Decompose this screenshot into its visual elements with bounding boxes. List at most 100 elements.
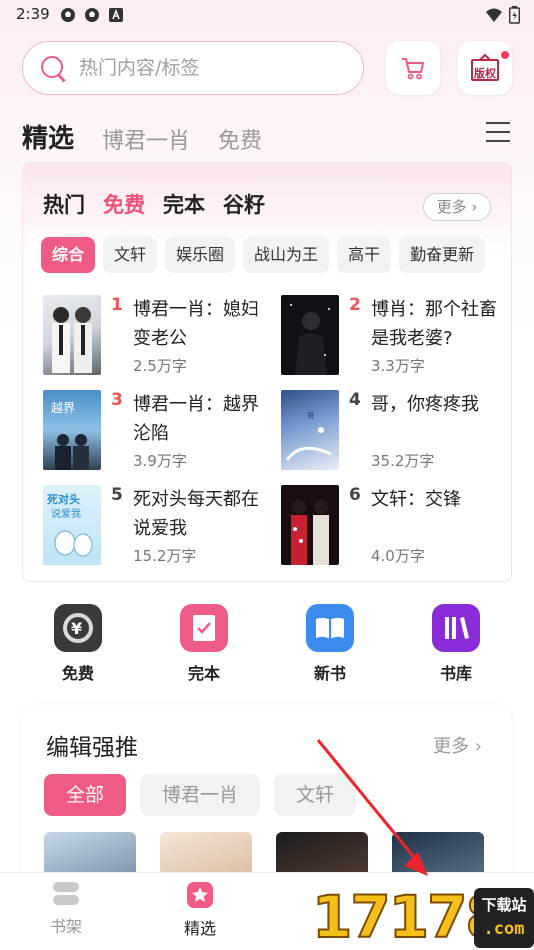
- chevron-right-icon: ›: [466, 198, 478, 216]
- rank-number: 4: [349, 390, 361, 410]
- top-tabs: 精选 博君一肖 免费: [22, 115, 262, 155]
- cart-button[interactable]: [386, 41, 440, 95]
- quick-complete-label: 完本: [187, 664, 220, 683]
- chip-diligent[interactable]: 勤奋更新: [399, 237, 486, 273]
- watermark-badge-bottom: .com: [483, 919, 525, 939]
- nav-bookshelf-label: 书架: [49, 917, 82, 936]
- quick-complete[interactable]: 完本: [164, 604, 244, 684]
- tab-bojunyixiao[interactable]: 博君一肖: [102, 123, 190, 155]
- chip-wenxuan[interactable]: 文轩: [103, 237, 158, 273]
- rank-number: 2: [349, 295, 361, 315]
- rank-tab-guzi[interactable]: 谷籽: [223, 189, 265, 219]
- word-count: 35.2万字: [371, 452, 435, 470]
- wifi-icon: [485, 7, 503, 27]
- quick-entry-row: ¥ 免费 完本 新书 书库: [22, 596, 512, 692]
- book-title: 博肖：那个社畜是我老婆?: [371, 299, 497, 349]
- book-cover: 死对头 说爱我: [43, 485, 101, 565]
- nav-bookshelf[interactable]: 书架: [26, 881, 106, 937]
- quick-library-label: 书库: [439, 664, 472, 683]
- rank-number: 5: [111, 485, 123, 505]
- rank-more-label: 更多: [436, 198, 467, 216]
- rank-tab-free[interactable]: 免费: [103, 189, 145, 219]
- word-count: 3.9万字: [133, 452, 187, 470]
- word-count: 15.2万字: [133, 547, 197, 565]
- book-cover: [281, 295, 339, 375]
- editor-more-label: 更多: [433, 736, 470, 757]
- bookshelf-icon: [51, 881, 81, 907]
- soccer-icon: [60, 7, 76, 23]
- search-input[interactable]: [79, 54, 349, 82]
- pill-wenxuan[interactable]: 文轩: [274, 774, 357, 816]
- search-icon: [41, 56, 63, 78]
- word-count: 2.5万字: [133, 357, 187, 375]
- book-item[interactable]: 死对头 说爱我 5 死对头每天都在说爱我 15.2万字: [43, 485, 273, 567]
- book-item[interactable]: 越界 3 博君一肖：越界沦陷 3.9万字: [43, 390, 273, 472]
- rank-number: 6: [349, 485, 361, 505]
- quick-library[interactable]: 书库: [416, 604, 496, 684]
- notification-dot: [501, 51, 509, 59]
- quick-free-label: 免费: [61, 664, 94, 683]
- open-book-icon: [306, 604, 354, 652]
- svg-text:哥: 哥: [307, 412, 314, 420]
- nav-featured-label: 精选: [183, 919, 216, 938]
- quick-new-label: 新书: [313, 664, 346, 683]
- cart-icon: [400, 55, 426, 85]
- book-title: 死对头每天都在说爱我: [133, 489, 259, 539]
- svg-text:说爱我: 说爱我: [51, 507, 81, 520]
- watermark-badge-top: 下载站: [481, 896, 527, 914]
- pill-all[interactable]: 全部: [44, 774, 127, 816]
- svg-text:越界: 越界: [51, 401, 75, 415]
- chip-entertainment[interactable]: 娱乐圈: [165, 237, 236, 273]
- ranking-tabs: 热门 免费 完本 谷籽: [43, 189, 265, 219]
- book-item[interactable]: 哥 4 哥，你疼疼我 35.2万字: [281, 390, 511, 472]
- chip-general[interactable]: 综合: [41, 237, 96, 273]
- star-icon: [186, 881, 214, 909]
- editor-more-link[interactable]: 更多 ›: [433, 732, 482, 758]
- yen-icon: ¥: [54, 604, 102, 652]
- tab-featured[interactable]: 精选: [22, 118, 74, 155]
- check-book-icon: [180, 604, 228, 652]
- menu-icon[interactable]: [486, 122, 510, 142]
- battery-icon: [508, 6, 521, 28]
- book-title: 博君一肖：媳妇变老公: [133, 299, 259, 349]
- book-cover: 越界: [43, 390, 101, 470]
- book-item[interactable]: 6 文轩：交锋 4.0万字: [281, 485, 511, 567]
- editor-filter-pills: 全部 博君一肖 文轩: [44, 774, 357, 816]
- book-item[interactable]: 1 博君一肖：媳妇变老公 2.5万字: [43, 295, 273, 377]
- rank-number: 1: [111, 295, 123, 315]
- ranking-card: 热门 免费 完本 谷籽 更多 › 综合 文轩 娱乐圈 战山为王 高干 勤奋更新 1 博君一…: [22, 162, 512, 582]
- a-icon: [108, 7, 124, 23]
- book-cover: [43, 295, 101, 375]
- category-chips: 综合 文轩 娱乐圈 战山为王 高干 勤奋更新: [41, 237, 503, 275]
- word-count: 3.3万字: [371, 357, 425, 375]
- rank-tab-hot[interactable]: 热门: [43, 189, 85, 219]
- pill-bojunyixiao[interactable]: 博君一肖: [140, 774, 261, 816]
- book-title: 文轩：交锋: [371, 489, 461, 510]
- site-watermark: 17178 下载站 .com: [311, 884, 534, 950]
- book-cover: 哥: [281, 390, 339, 470]
- chip-zhanshan[interactable]: 战山为王: [243, 237, 330, 273]
- rank-tab-complete[interactable]: 完本: [163, 189, 205, 219]
- rank-more-button[interactable]: 更多 ›: [423, 193, 491, 221]
- tab-free[interactable]: 免费: [218, 123, 262, 155]
- editor-picks-title: 编辑强推: [46, 735, 138, 761]
- book-item[interactable]: 2 博肖：那个社畜是我老婆? 3.3万字: [281, 295, 511, 377]
- svg-text:¥: ¥: [71, 619, 82, 638]
- search-bar[interactable]: [22, 41, 364, 95]
- quick-new[interactable]: 新书: [290, 604, 370, 684]
- book-cover: [281, 485, 339, 565]
- watermark-badge: 下载站 .com: [474, 888, 534, 948]
- copyright-button[interactable]: 版权: [458, 41, 512, 95]
- soccer-icon: [84, 7, 100, 23]
- quick-free[interactable]: ¥ 免费: [38, 604, 118, 684]
- book-title: 博君一肖：越界沦陷: [133, 394, 259, 444]
- chevron-right-icon: ›: [469, 736, 482, 757]
- chip-gaogan[interactable]: 高干: [337, 237, 392, 273]
- copyright-icon: 版权: [470, 53, 500, 83]
- rank-number: 3: [111, 390, 123, 410]
- status-bar: 2:39: [0, 0, 534, 30]
- svg-text:死对头: 死对头: [47, 492, 80, 506]
- nav-featured[interactable]: 精选: [160, 881, 240, 939]
- book-title: 哥，你疼疼我: [371, 394, 479, 415]
- status-time: 2:39: [16, 5, 50, 23]
